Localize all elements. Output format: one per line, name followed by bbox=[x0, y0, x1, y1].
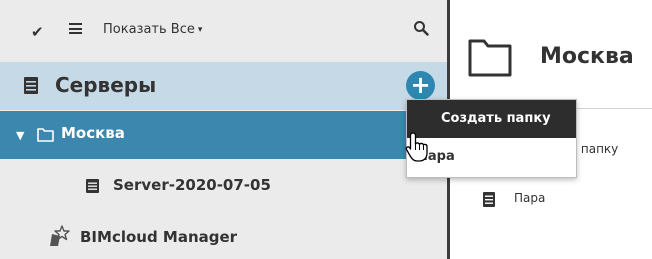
server-icon bbox=[483, 192, 495, 207]
search-icon[interactable] bbox=[413, 20, 429, 36]
toolbar: ✔ Показать Все ▾ bbox=[0, 0, 447, 60]
list-view-icon[interactable] bbox=[69, 23, 82, 34]
tree-item-bimcloud-manager[interactable]: BIMcloud Manager bbox=[0, 212, 447, 259]
tree-item-moscow[interactable]: ▼ Москва bbox=[0, 111, 447, 159]
server-label: Server-2020-07-05 bbox=[113, 176, 271, 194]
folder-icon bbox=[468, 39, 512, 77]
caret-down-icon: ▾ bbox=[197, 25, 203, 35]
navigator-panel: ✔ Показать Все ▾ Серверы + ▼ Москва Serv… bbox=[0, 0, 447, 259]
server-icon bbox=[86, 179, 99, 193]
folder-label: Москва bbox=[61, 124, 125, 142]
show-all-label: Показать Все bbox=[103, 22, 195, 37]
bimcloud-manager-icon bbox=[50, 225, 70, 246]
folder-icon bbox=[37, 128, 54, 142]
create-folder-label: Создать папку bbox=[441, 111, 551, 126]
bimcloud-manager-label: BIMcloud Manager bbox=[80, 228, 238, 246]
expand-caret-icon[interactable]: ▼ bbox=[16, 129, 24, 142]
create-folder-link[interactable]: ь папку bbox=[570, 142, 618, 156]
menu-item-para[interactable]: Пара bbox=[407, 138, 576, 177]
add-button[interactable]: + bbox=[406, 71, 435, 100]
para-link[interactable]: Пара bbox=[514, 191, 545, 205]
server-icon bbox=[24, 77, 38, 94]
details-title: Москва bbox=[540, 44, 634, 69]
show-all-dropdown[interactable]: Показать Все ▾ bbox=[103, 22, 202, 37]
servers-root-row[interactable]: Серверы + bbox=[0, 62, 447, 110]
menu-item-create-folder[interactable]: Создать папку bbox=[407, 100, 576, 138]
servers-title: Серверы bbox=[55, 73, 157, 97]
tree-item-server[interactable]: Server-2020-07-05 bbox=[0, 161, 447, 209]
checkmark-icon[interactable]: ✔ bbox=[31, 23, 44, 41]
hand-cursor-icon bbox=[405, 132, 428, 162]
